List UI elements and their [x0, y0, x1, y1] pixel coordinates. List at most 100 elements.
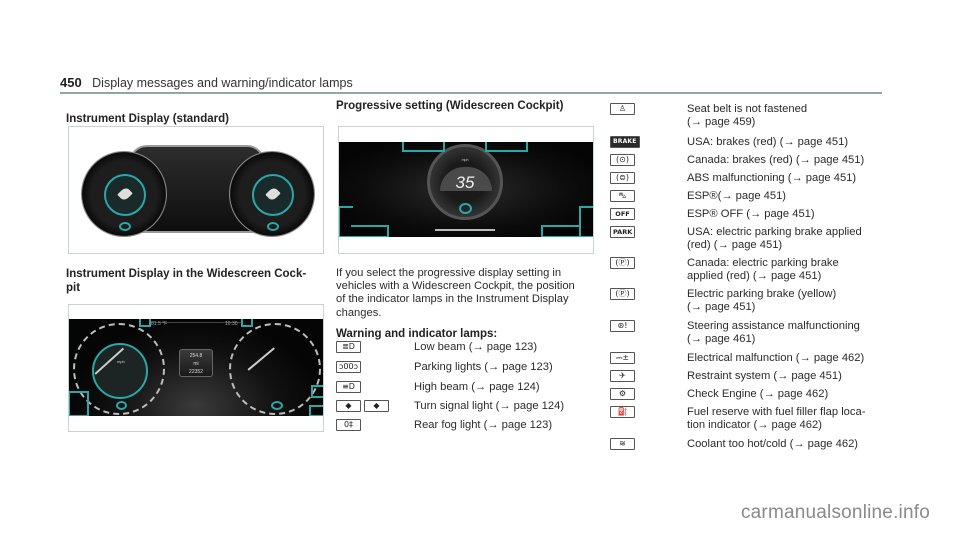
- lamp-description: (→ page 461): [687, 333, 756, 345]
- lamp-row-restraint: ✈ Restraint system (→ page 451): [610, 370, 887, 383]
- odometer-value: 22352: [189, 369, 203, 375]
- lamp-description: ESP® OFF (→ page 451): [687, 208, 815, 220]
- lamp-area-top-right: [241, 319, 253, 327]
- lamp-description: USA: brakes (red) (→ page 451): [687, 136, 849, 148]
- section-heading-progressive: Progressive setting (Widescreen Cockpit): [336, 100, 564, 112]
- speed-unit: mph: [461, 158, 469, 162]
- restraint-system-icon: ✈: [610, 370, 635, 382]
- lamp-area-right-mid: [311, 385, 323, 398]
- fuel-pump-icon: ⛽: [610, 406, 635, 418]
- progress-bar: [435, 229, 495, 231]
- lamp-area-bottom-right-a: [579, 206, 593, 237]
- lamp-description: (→ page 459): [687, 116, 756, 128]
- lamp-description: Check Engine (→ page 462): [687, 388, 829, 400]
- parking-lights-icon: ↄ00ↄ: [336, 361, 361, 373]
- lamp-description: Electric parking brake (yellow): [687, 288, 837, 300]
- lamp-row-high-beam: ≡D High beam (→ page 124): [336, 381, 540, 394]
- lamp-description: High beam (→ page 124): [414, 381, 540, 393]
- lamp-description: Fuel reserve with fuel filler flap loca-: [687, 406, 866, 418]
- turn-signal-right-icon: ◆: [364, 400, 389, 412]
- lamp-area-top-left: [402, 142, 445, 152]
- lamp-description: Parking lights (→ page 123): [414, 361, 553, 373]
- paragraph-line: vehicles with a Widescreen Cockpit, the …: [336, 280, 575, 293]
- lamp-description: Coolant too hot/cold (→ page 462): [687, 438, 859, 450]
- figure-instrument-display-widescreen: 81.5 °F 10:30 mph 254.8 mi 22352: [68, 304, 324, 432]
- lamp-description: Canada: brakes (red) (→ page 451): [687, 154, 865, 166]
- abs-icon: (⊜): [610, 172, 635, 184]
- page-number: 450: [60, 75, 82, 90]
- widescreen-tachometer: [229, 323, 321, 415]
- park-icon: PARK: [610, 226, 636, 238]
- lamp-description: Turn signal light (→ page 124): [414, 400, 565, 412]
- indicator-lamp-highlight-right: [267, 222, 279, 231]
- brake-warning-icon: (⊙): [610, 154, 635, 166]
- lamp-description: (red) (→ page 451): [687, 239, 783, 251]
- lamp-description: Low beam (→ page 123): [414, 341, 538, 353]
- brake-icon: BRAKE: [610, 136, 640, 148]
- progressive-description: If you select the progressive display se…: [336, 267, 594, 320]
- lamp-row-seat-belt: ♙ Seat belt is not fastened (→ page 459): [610, 103, 887, 129]
- watermark[interactable]: carmanualsonline.info: [741, 502, 930, 524]
- heading-line-1: Instrument Display in the Widescreen Coc…: [66, 268, 307, 280]
- lamp-description: Restraint system (→ page 451): [687, 370, 842, 382]
- lamp-row-abs: (⊜) ABS malfunctioning (→ page 451): [610, 172, 887, 185]
- page-header: 450 Display messages and warning/indicat…: [60, 74, 882, 94]
- lamps-heading: Warning and indicator lamps:: [336, 328, 498, 340]
- lamp-description: Steering assistance malfunctioning: [687, 320, 860, 332]
- lamp-description: Seat belt is not fastened: [687, 103, 808, 115]
- heading-line-2: pit: [66, 282, 81, 294]
- lamp-row-park-canada: (Ⓟ) Canada: electric parking brake applie…: [610, 257, 887, 283]
- lamp-row-brake-usa: BRAKE USA: brakes (red) (→ page 451): [610, 136, 887, 149]
- fuel-lamp-highlight: [116, 401, 127, 410]
- lamp-area-bottom-left-b: [351, 225, 389, 237]
- lamp-row-electric-parking-brake: (Ⓟ) Electric parking brake (yellow) (→ pa…: [610, 288, 887, 314]
- range-value: 254.8: [189, 353, 203, 359]
- lamp-area-bottom-right: [309, 405, 323, 416]
- lamp-row-esp: ⛍ ESP®(→ page 451): [610, 190, 887, 203]
- lamp-row-fuel-reserve: ⛽ Fuel reserve with fuel filler flap loc…: [610, 406, 887, 432]
- lamp-area-bottom-left: [69, 391, 89, 416]
- lamp-row-low-beam: ≣D Low beam (→ page 123): [336, 341, 537, 354]
- lamp-row-parking-lights: ↄ00ↄ Parking lights (→ page 123): [336, 361, 553, 374]
- progressive-screen: mph 35: [339, 142, 593, 237]
- lamp-description: ABS malfunctioning (→ page 451): [687, 172, 857, 184]
- rear-fog-light-icon: 0‡: [336, 419, 361, 431]
- lamp-row-check-engine: ⚙ Check Engine (→ page 462): [610, 388, 887, 401]
- lamp-description: tion indicator (→ page 462): [687, 419, 822, 431]
- battery-icon: ⎓±: [610, 352, 635, 364]
- esp-icon: ⛍: [610, 190, 635, 202]
- speedometer-gauge: [81, 151, 167, 237]
- steering-wheel-warning-icon: ⊛!: [610, 320, 635, 332]
- lamp-description: (→ page 451): [687, 301, 756, 313]
- figure-instrument-display-standard: [68, 126, 324, 254]
- lamp-row-steering-assist: ⊛! Steering assistance malfunctioning (→ …: [610, 320, 887, 346]
- lamp-description: Rear fog light (→ page 123): [414, 419, 553, 431]
- coolant-temperature-icon: ≋: [610, 438, 635, 450]
- speed-value: 35: [455, 173, 475, 192]
- paragraph-line: If you select the progressive display se…: [336, 267, 562, 279]
- speed-unit: mph: [117, 359, 125, 364]
- high-beam-icon: ≡D: [336, 381, 361, 393]
- check-engine-icon: ⚙: [610, 388, 635, 400]
- turn-signal-left-icon: ◆: [336, 400, 361, 412]
- lamp-description: Canada: electric parking brake: [687, 257, 839, 269]
- paragraph-line: of the indicator lamps in the Instrument…: [336, 293, 569, 306]
- lamp-area-bottom-right-b: [541, 225, 581, 237]
- page-title: Display messages and warning/indicator l…: [92, 76, 353, 90]
- lamp-description: USA: electric parking brake applied: [687, 226, 862, 238]
- paragraph-line: changes.: [336, 306, 382, 319]
- clock: 10:30: [225, 321, 238, 327]
- lamp-row-electrical: ⎓± Electrical malfunction (→ page 462): [610, 352, 887, 365]
- lamp-description: applied (red) (→ page 451): [687, 270, 822, 282]
- figure-progressive-setting: mph 35: [338, 126, 594, 254]
- indicator-lamp-highlight-left: [119, 222, 131, 231]
- lamp-description: Electrical malfunction (→ page 462): [687, 352, 865, 364]
- widescreen-screen: 81.5 °F 10:30 mph 254.8 mi 22352: [69, 319, 323, 416]
- tachometer-needle: [247, 347, 275, 371]
- lamp-row-rear-fog-light: 0‡ Rear fog light (→ page 123): [336, 419, 552, 432]
- lamp-row-park-usa: PARK USA: electric parking brake applied…: [610, 226, 887, 252]
- coolant-lamp-highlight: [271, 401, 283, 410]
- tachometer-gauge: [229, 151, 315, 237]
- lamp-description: ESP®(→ page 451): [687, 190, 787, 202]
- lamp-row-turn-signal: ◆ ◆ Turn signal light (→ page 124): [336, 400, 564, 413]
